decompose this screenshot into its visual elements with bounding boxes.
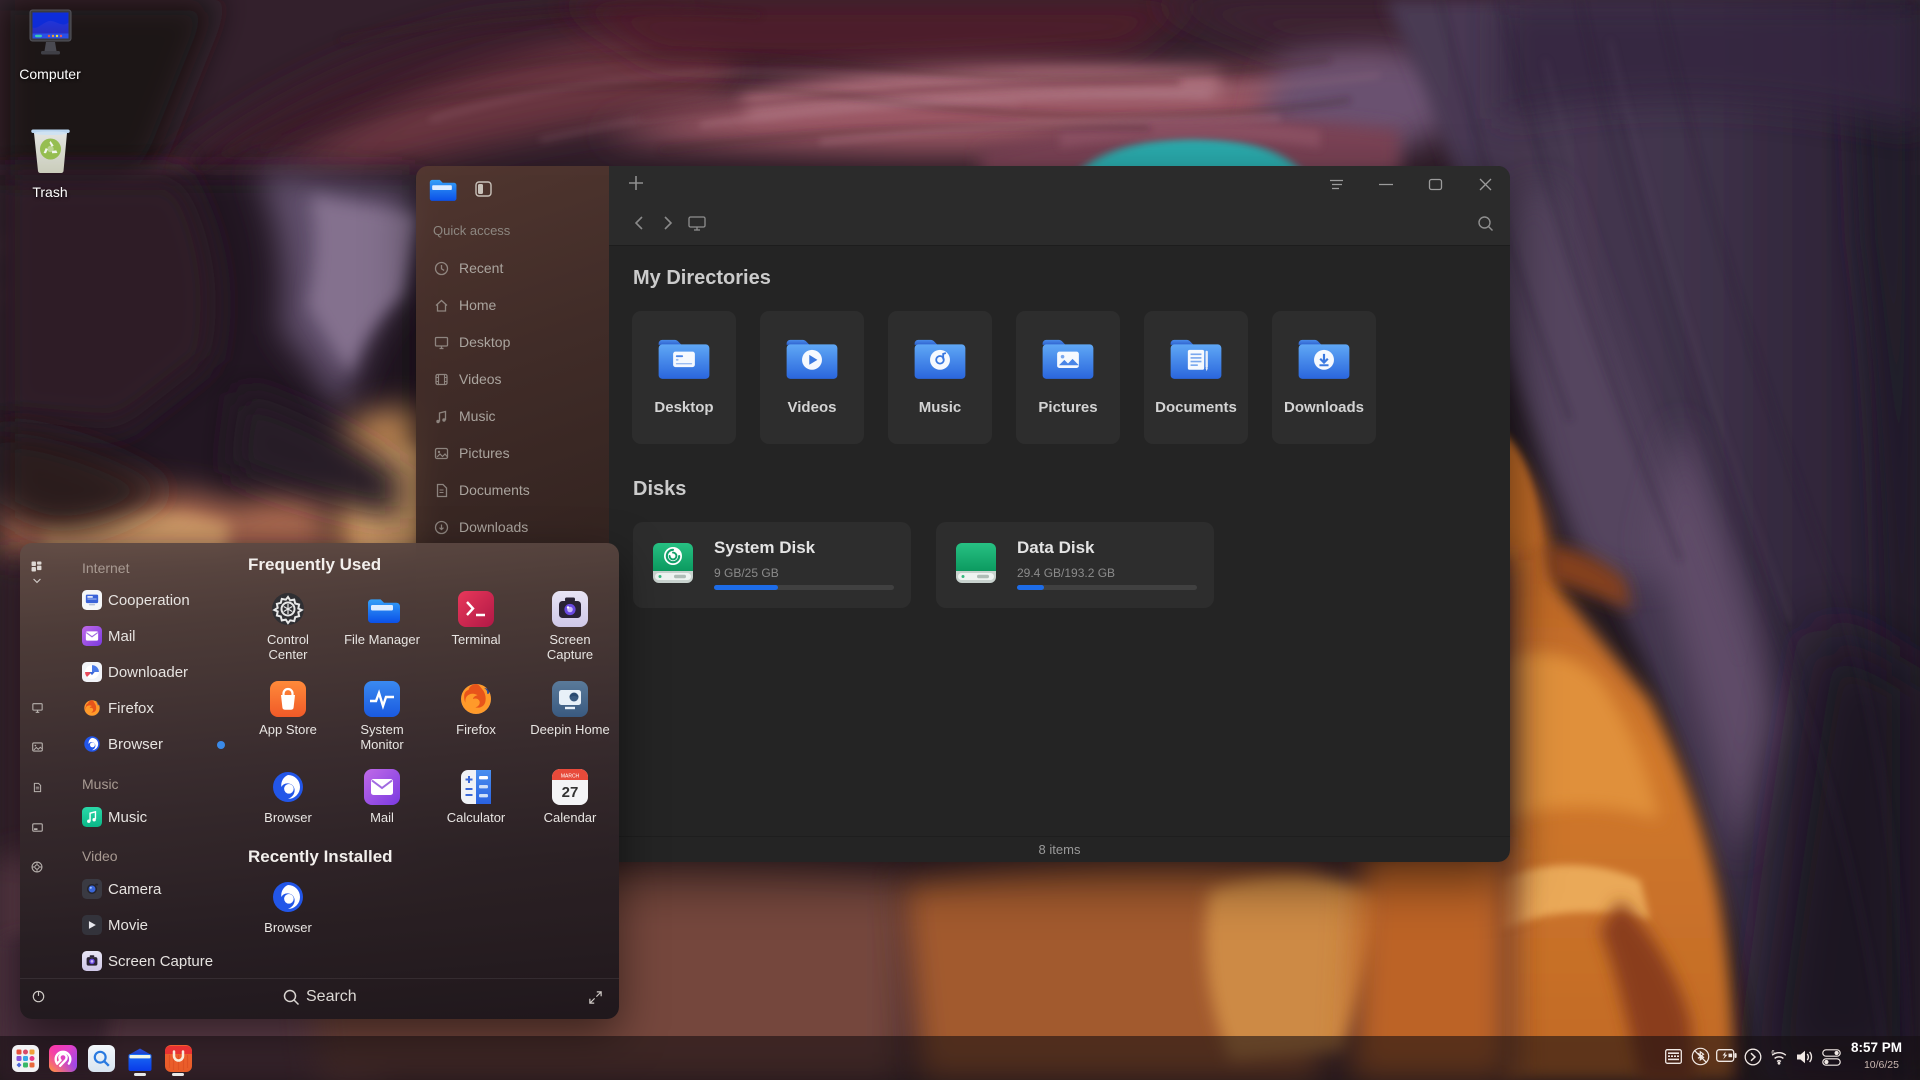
svg-text:27: 27 bbox=[562, 784, 579, 801]
svg-text:MARCH: MARCH bbox=[561, 774, 580, 780]
